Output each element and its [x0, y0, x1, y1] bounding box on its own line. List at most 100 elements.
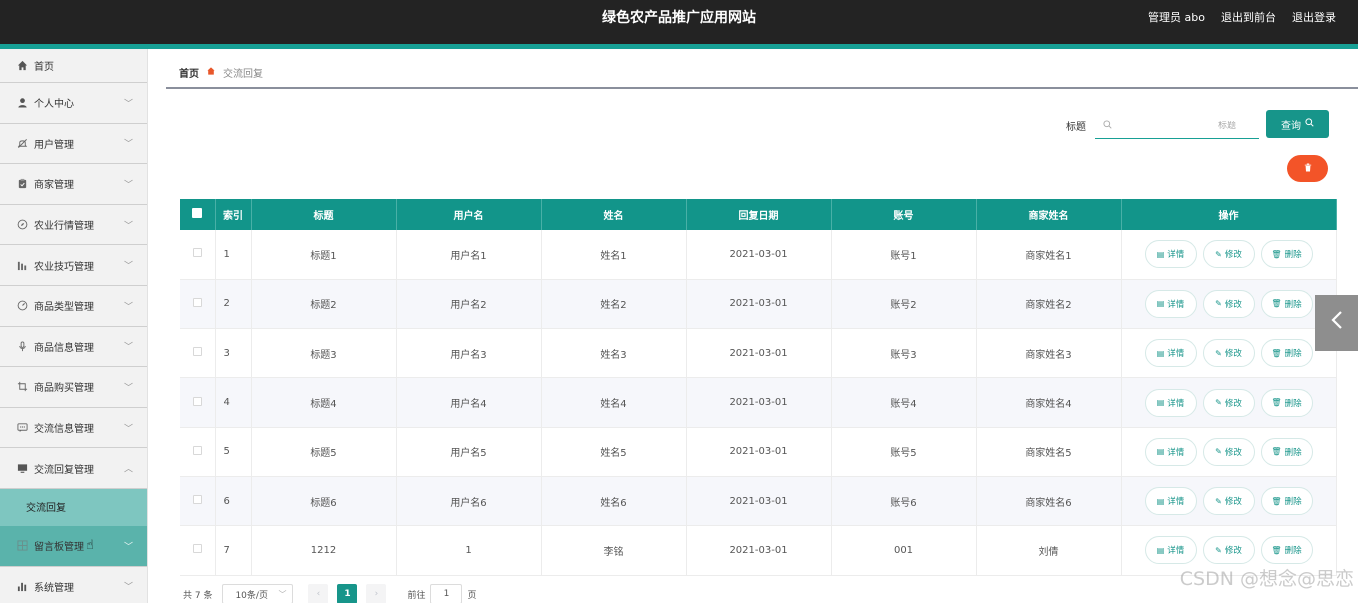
column-header: 姓名: [541, 199, 687, 230]
detail-label: 详情: [1167, 497, 1185, 508]
sidebar-item-system-management[interactable]: 系统管理 ﹀: [0, 566, 147, 603]
table-cell-name: 李铭: [541, 525, 687, 576]
goto-suffix: 页: [467, 590, 477, 601]
chevron-down-icon: ﹀: [123, 424, 133, 435]
delete-button[interactable]: 🗑 删除: [1260, 388, 1313, 417]
delete-label: 删除: [1284, 349, 1302, 360]
document-icon: ▤: [1156, 447, 1165, 457]
main-content: 首页 交流回复 标题 查询 索引 标题 用户名: [148, 49, 1358, 603]
delete-button[interactable]: 🗑 删除: [1260, 437, 1313, 466]
delete-button[interactable]: 🗑 删除: [1260, 240, 1313, 269]
row-checkbox[interactable]: [180, 279, 216, 330]
pagination: 共 7 条 10条/页 ﹀ ‹ 1 › 前往 1 页: [183, 584, 476, 603]
trash-icon: 🗑: [1271, 447, 1282, 457]
table-cell-account: 账号3: [831, 328, 977, 379]
search-label: 标题: [1066, 122, 1086, 133]
table-cell-idx: 1: [215, 230, 252, 280]
trash-icon: 🗑: [1271, 496, 1282, 506]
detail-label: 详情: [1167, 447, 1185, 458]
detail-button[interactable]: ▤ 详情: [1144, 536, 1197, 565]
table-cell-username: 1: [396, 525, 542, 576]
table-row: 1 标题1 用户名1 姓名1 2021-03-01 账号1 商家姓名1 ▤ 详情 ✎ 修改 🗑 删除: [180, 230, 1337, 280]
page-size-value: 10条/页: [235, 590, 268, 601]
row-checkbox[interactable]: [180, 525, 216, 576]
sidebar-item-market-management[interactable]: 农业行情管理 ﹀: [0, 204, 147, 246]
pencil-icon: ✎: [1215, 348, 1222, 358]
breadcrumb-home[interactable]: 首页: [179, 65, 199, 80]
logout-link[interactable]: 退出登录: [1292, 0, 1336, 36]
sidebar-item-home[interactable]: 首页: [0, 49, 147, 83]
row-checkbox[interactable]: [180, 427, 216, 477]
document-icon: ▤: [1156, 545, 1165, 555]
side-panel-toggle[interactable]: [1315, 295, 1358, 351]
row-actions: ▤ 详情 ✎ 修改 🗑 删除: [1121, 328, 1337, 379]
edit-button[interactable]: ✎ 修改: [1202, 289, 1255, 318]
detail-button[interactable]: ▤ 详情: [1144, 339, 1197, 368]
page-size-select[interactable]: 10条/页 ﹀: [222, 584, 294, 603]
table-cell-idx: 6: [215, 476, 252, 527]
delete-button[interactable]: 🗑 删除: [1260, 339, 1313, 368]
back-to-front-link[interactable]: 退出到前台: [1221, 0, 1276, 36]
edit-button[interactable]: ✎ 修改: [1202, 437, 1255, 466]
table-cell-username: 用户名3: [396, 328, 542, 379]
next-page-button[interactable]: ›: [366, 584, 387, 603]
sidebar-item-message-board[interactable]: 留言板管理 ﹀: [0, 525, 147, 567]
breadcrumb: 首页 交流回复: [166, 57, 1358, 89]
detail-label: 详情: [1167, 250, 1185, 261]
row-checkbox[interactable]: [180, 328, 216, 379]
edit-button[interactable]: ✎ 修改: [1202, 388, 1255, 417]
table-cell-merchant: 商家姓名1: [976, 230, 1122, 280]
detail-button[interactable]: ▤ 详情: [1144, 487, 1197, 516]
row-actions: ▤ 详情 ✎ 修改 🗑 删除: [1121, 279, 1337, 330]
sidebar-item-merchant-management[interactable]: 商家管理 ﹀: [0, 164, 147, 205]
column-header: 回复日期: [686, 199, 832, 230]
edit-button[interactable]: ✎ 修改: [1202, 487, 1255, 516]
table-cell-title: 标题1: [251, 230, 397, 280]
delete-button[interactable]: 🗑 删除: [1260, 536, 1313, 565]
sidebar-item-tips-management[interactable]: 农业技巧管理 ﹀: [0, 245, 147, 286]
detail-button[interactable]: ▤ 详情: [1144, 437, 1197, 466]
edit-button[interactable]: ✎ 修改: [1202, 240, 1255, 269]
table-cell-date: 2021-03-01: [686, 476, 832, 527]
prev-page-button[interactable]: ‹: [308, 584, 329, 603]
sidebar-item-category-management[interactable]: 商品类型管理 ﹀: [0, 285, 147, 327]
table-cell-idx: 4: [215, 377, 252, 428]
row-checkbox[interactable]: [180, 377, 216, 428]
header-links: 管理员 abo 退出到前台 退出登录: [1148, 0, 1336, 36]
detail-button[interactable]: ▤ 详情: [1144, 388, 1197, 417]
select-all-checkbox[interactable]: [180, 199, 216, 230]
trash-icon: 🗑: [1271, 398, 1282, 408]
row-checkbox[interactable]: [180, 230, 216, 280]
sidebar-item-product-management[interactable]: 商品信息管理 ﹀: [0, 326, 147, 368]
sidebar-item-purchase-management[interactable]: 商品购买管理 ﹀: [0, 367, 147, 408]
sidebar-item-label: 首页: [34, 62, 54, 73]
sidebar-item-personal-center[interactable]: 个人中心 ﹀: [0, 83, 147, 124]
sidebar-item-label: 商品信息管理: [34, 342, 94, 354]
table-cell-idx: 3: [215, 328, 252, 379]
delete-label: 删除: [1284, 398, 1302, 409]
sidebar-subitem-reply[interactable]: 交流回复: [0, 488, 147, 526]
detail-button[interactable]: ▤ 详情: [1144, 289, 1197, 318]
sidebar-item-label: 农业技巧管理: [34, 261, 94, 273]
query-button[interactable]: 查询: [1266, 110, 1329, 138]
edit-button[interactable]: ✎ 修改: [1202, 536, 1255, 565]
row-checkbox[interactable]: [180, 476, 216, 527]
batch-delete-button[interactable]: [1287, 155, 1328, 182]
table-cell-merchant: 商家姓名3: [976, 328, 1122, 379]
table-cell-date: 2021-03-01: [686, 279, 832, 330]
sidebar-item-exchange-management[interactable]: 交流信息管理 ﹀: [0, 407, 147, 449]
sidebar-item-user-management[interactable]: 用户管理 ﹀: [0, 123, 147, 165]
edit-button[interactable]: ✎ 修改: [1202, 339, 1255, 368]
goto-page-input[interactable]: 1: [430, 584, 463, 603]
delete-button[interactable]: 🗑 删除: [1260, 487, 1313, 516]
page-number-current[interactable]: 1: [337, 584, 358, 603]
chevron-down-icon: ﹀: [123, 342, 133, 353]
sidebar-item-reply-management[interactable]: 交流回复管理 ︿: [0, 448, 147, 489]
chevron-down-icon: ﹀: [123, 383, 133, 394]
detail-button[interactable]: ▤ 详情: [1144, 240, 1197, 269]
search-field[interactable]: [1095, 113, 1259, 139]
chevron-down-icon: ﹀: [123, 180, 133, 191]
grid-icon: [16, 540, 28, 552]
delete-button[interactable]: 🗑 删除: [1260, 289, 1313, 318]
search-input[interactable]: [1112, 120, 1242, 131]
